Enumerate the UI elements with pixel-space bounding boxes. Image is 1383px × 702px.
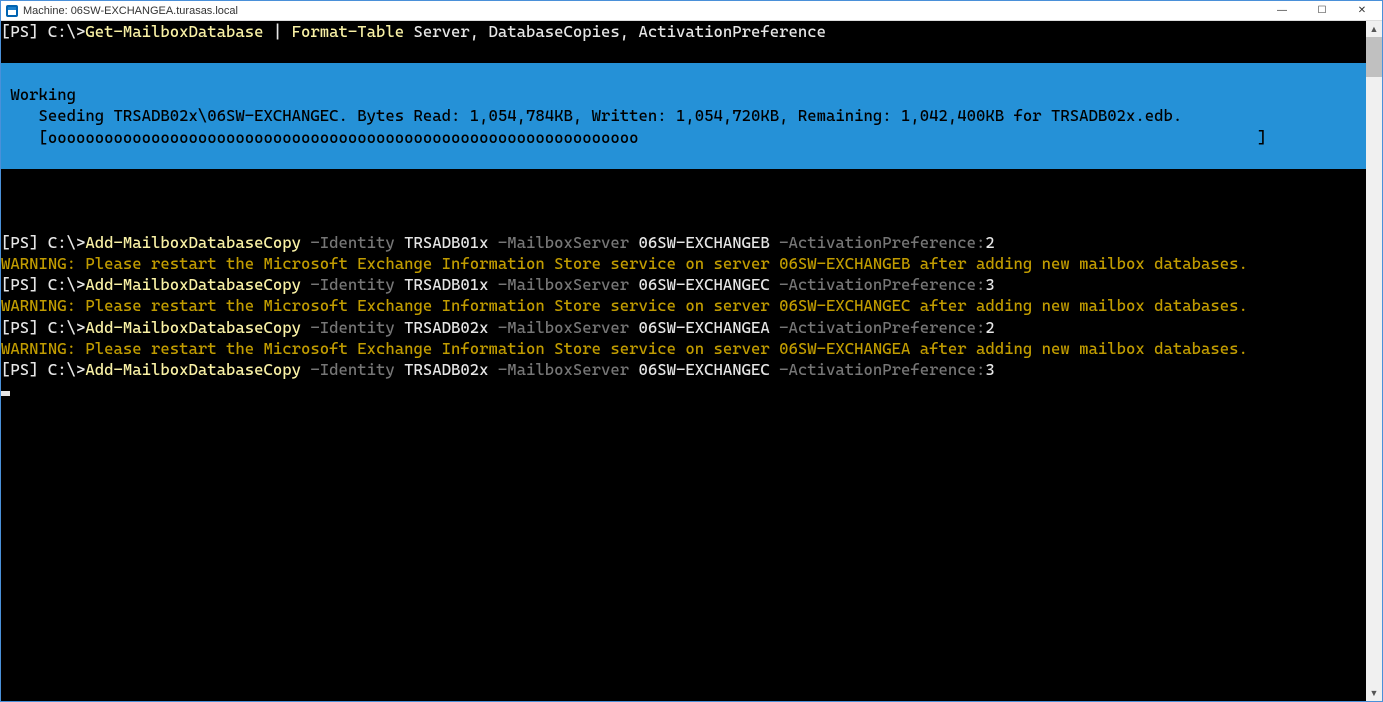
param-name: -Identity: [301, 318, 404, 337]
param-name: -ActivationPreference:: [770, 275, 986, 294]
progress-detail: Seeding TRSADB02x\06SW-EXCHANGEC. Bytes …: [1, 106, 1192, 125]
param-value: TRSADB01x: [404, 233, 488, 252]
window-title: Machine: 06SW-EXCHANGEA.turasas.local: [23, 5, 238, 17]
cmdlet: Add-MailboxDatabaseCopy: [85, 360, 301, 379]
pipe: |: [264, 22, 292, 41]
param-name: -MailboxServer: [489, 275, 639, 294]
param-name: -Identity: [301, 233, 404, 252]
param-name: -Identity: [301, 275, 404, 294]
text-cursor: [1, 391, 10, 396]
param-value: TRSADB02x: [404, 318, 488, 337]
cmdlet: Add-MailboxDatabaseCopy: [85, 275, 301, 294]
maximize-icon: ☐: [1318, 5, 1327, 16]
param-value: 06SW-EXCHANGEB: [639, 233, 770, 252]
prompt: [PS] C:\>: [1, 360, 85, 379]
window-controls: — ☐ ✕: [1262, 1, 1382, 20]
param-value: 2: [985, 233, 994, 252]
close-button[interactable]: ✕: [1342, 1, 1382, 20]
vertical-scrollbar[interactable]: ▲ ▼: [1366, 21, 1382, 701]
app-icon: [5, 4, 19, 18]
param-value: TRSADB01x: [404, 275, 488, 294]
window-titlebar[interactable]: Machine: 06SW-EXCHANGEA.turasas.local — …: [1, 1, 1382, 21]
close-icon: ✕: [1358, 5, 1366, 16]
cmdlet: Get-MailboxDatabase: [85, 22, 263, 41]
param-value: TRSADB02x: [404, 360, 488, 379]
param-value: 06SW-EXCHANGEA: [639, 318, 770, 337]
prompt: [PS] C:\>: [1, 22, 85, 41]
param-value: 2: [985, 318, 994, 337]
cmdlet: Add-MailboxDatabaseCopy: [85, 318, 301, 337]
prompt: [PS] C:\>: [1, 275, 85, 294]
cmdlet: Format-Table: [292, 22, 405, 41]
warning-text: WARNING: Please restart the Microsoft Ex…: [1, 296, 1248, 315]
cmdlet: Add-MailboxDatabaseCopy: [85, 233, 301, 252]
param-value: 06SW-EXCHANGEC: [639, 275, 770, 294]
param-name: -MailboxServer: [489, 318, 639, 337]
warning-text: WARNING: Please restart the Microsoft Ex…: [1, 339, 1248, 358]
minimize-button[interactable]: —: [1262, 1, 1302, 20]
progress-blank: [1, 64, 10, 83]
warning-text: WARNING: Please restart the Microsoft Ex…: [1, 254, 1248, 273]
prompt: [PS] C:\>: [1, 233, 85, 252]
progress-status: Working: [1, 85, 76, 104]
scroll-track[interactable]: [1366, 37, 1382, 685]
args: Server, DatabaseCopies, ActivationPrefer…: [404, 22, 826, 41]
param-name: -ActivationPreference:: [770, 233, 986, 252]
console-output[interactable]: [PS] C:\>Get-MailboxDatabase | Format-Ta…: [1, 21, 1366, 701]
param-value: 3: [985, 275, 994, 294]
progress-panel: Working Seeding TRSADB02x\06SW-EXCHANGEC…: [1, 63, 1366, 169]
param-name: -ActivationPreference:: [770, 318, 986, 337]
param-name: -MailboxServer: [489, 233, 639, 252]
prompt: [PS] C:\>: [1, 318, 85, 337]
scroll-thumb[interactable]: [1366, 37, 1382, 77]
progress-bar: [ooooooooooooooooooooooooooooooooooooooo…: [1, 128, 1267, 147]
minimize-icon: —: [1277, 5, 1287, 16]
param-name: -Identity: [301, 360, 404, 379]
param-value: 3: [985, 360, 994, 379]
window-frame: Machine: 06SW-EXCHANGEA.turasas.local — …: [0, 0, 1383, 702]
scroll-up-arrow-icon[interactable]: ▲: [1366, 21, 1382, 37]
console-area: [PS] C:\>Get-MailboxDatabase | Format-Ta…: [1, 21, 1382, 701]
param-value: 06SW-EXCHANGEC: [639, 360, 770, 379]
param-name: -ActivationPreference:: [770, 360, 986, 379]
progress-blank: [1, 149, 10, 168]
scroll-down-arrow-icon[interactable]: ▼: [1366, 685, 1382, 701]
param-name: -MailboxServer: [489, 360, 639, 379]
maximize-button[interactable]: ☐: [1302, 1, 1342, 20]
